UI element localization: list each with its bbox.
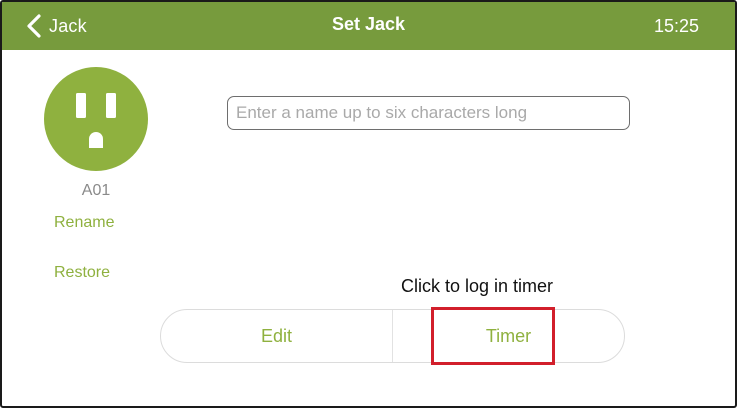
name-input[interactable] (227, 96, 630, 130)
restore-link[interactable]: Restore (54, 264, 110, 282)
page-title: Set Jack (331, 14, 406, 34)
edit-tab[interactable]: Edit (161, 310, 392, 362)
segmented-control: Edit Timer (160, 309, 625, 363)
annotation-text: Click to log in timer (401, 276, 554, 296)
nav-bar: Jack Set Jack 15:25 (2, 2, 735, 50)
timer-tab[interactable]: Timer (392, 310, 624, 362)
rename-link[interactable]: Rename (54, 214, 114, 232)
clock-time: 15:25 (653, 16, 699, 36)
app-screen: Jack Set Jack 15:25 A01 Rename Restore C… (0, 0, 737, 408)
power-outlet-icon (44, 67, 148, 171)
device-id: A01 (81, 182, 111, 199)
